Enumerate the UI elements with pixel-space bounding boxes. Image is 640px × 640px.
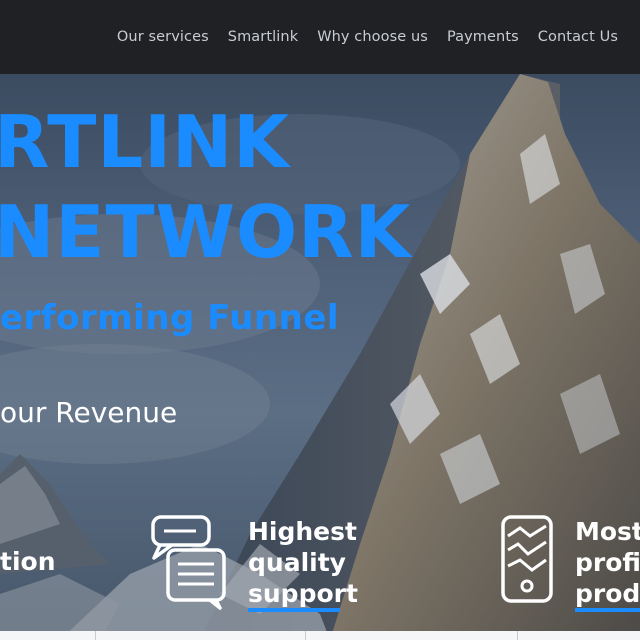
top-navbar: Our services Smartlink Why choose us Pay… bbox=[0, 0, 640, 74]
hero-subline: our Revenue bbox=[0, 396, 178, 429]
feature-product-underline bbox=[575, 608, 640, 612]
hero-title-line-1: RTLINK bbox=[0, 100, 291, 184]
nav-our-services[interactable]: Our services bbox=[117, 29, 209, 45]
hero-section: RTLINK NETWORK erforming Funnel our Reve… bbox=[0, 74, 640, 640]
strip-divider bbox=[95, 631, 96, 640]
feature-product-line-2: profi bbox=[575, 548, 640, 577]
strip-divider bbox=[517, 631, 518, 640]
nav-contact-us[interactable]: Contact Us bbox=[538, 29, 618, 45]
phone-chart-icon bbox=[501, 515, 553, 603]
feature-support-line-1: Highest bbox=[248, 517, 357, 546]
nav-why-choose-us[interactable]: Why choose us bbox=[317, 29, 428, 45]
feature-product-line-1: Most bbox=[575, 517, 640, 546]
hero-title-line-2: NETWORK bbox=[0, 190, 412, 274]
feature-product-label: Most profi produ bbox=[575, 516, 640, 609]
feature-left-label: tion bbox=[0, 547, 56, 576]
nav-smartlink[interactable]: Smartlink bbox=[228, 29, 298, 45]
strip-divider bbox=[305, 631, 306, 640]
nav-payments[interactable]: Payments bbox=[447, 29, 519, 45]
feature-product-line-3: produ bbox=[575, 579, 640, 608]
next-section-strip bbox=[0, 631, 640, 640]
feature-support-underline bbox=[248, 608, 340, 612]
hero-tagline: erforming Funnel bbox=[0, 298, 340, 338]
feature-support-line-2: quality bbox=[248, 548, 346, 577]
feature-support-line-3: support bbox=[248, 579, 358, 608]
feature-support-label: Highest quality support bbox=[248, 516, 358, 609]
chat-bubbles-icon bbox=[151, 515, 226, 610]
